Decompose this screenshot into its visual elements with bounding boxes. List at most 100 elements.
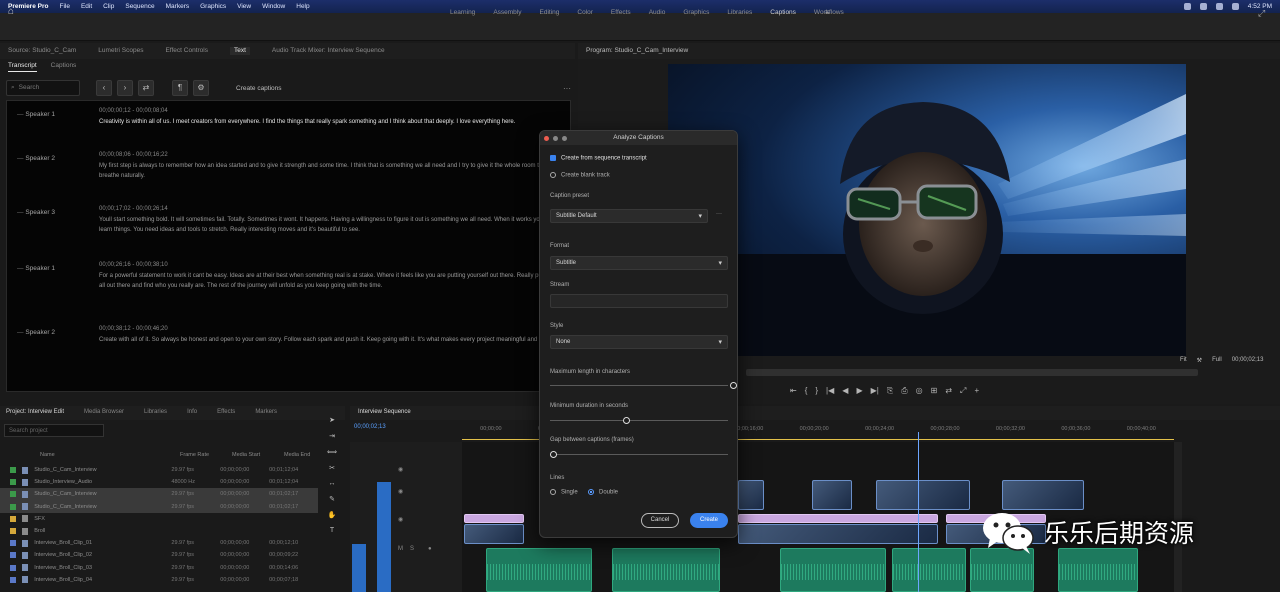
project-bin-row[interactable]: Interview_Broll_Clip_01 29.97 fps 00;00;00…: [0, 537, 318, 549]
cancel-button[interactable]: Cancel: [641, 513, 679, 528]
transcript-entry[interactable]: Speaker 3 00;00;17;02 - 00;00;26;14 Youl…: [7, 206, 567, 239]
project-bin-row[interactable]: Interview_Broll_Clip_02 29.97 fps 00;00;00…: [0, 549, 318, 561]
transcribe-icon[interactable]: ¶: [172, 80, 188, 96]
transcript-entry[interactable]: Speaker 1 00;00;00;12 - 00;00;08;04 Crea…: [7, 108, 567, 131]
video-clip[interactable]: [812, 480, 852, 510]
play-icon[interactable]: ▶: [856, 386, 862, 396]
radio-icon[interactable]: [550, 172, 556, 178]
wifi-icon[interactable]: [1199, 3, 1207, 10]
safe-margins-icon[interactable]: ⊞: [931, 386, 938, 396]
program-scrubber[interactable]: [746, 369, 1198, 376]
column-header[interactable]: Media Start: [232, 452, 284, 464]
timeline-timecode[interactable]: 00;00;02;13: [354, 424, 386, 436]
tab-media-browser[interactable]: Media Browser: [84, 409, 124, 417]
audio-clip[interactable]: [612, 548, 720, 592]
transcript-text[interactable]: For a powerful statement to work it cant…: [99, 271, 555, 291]
razor-tool-icon[interactable]: ✂: [329, 464, 335, 472]
track-target-a1[interactable]: [352, 544, 366, 592]
column-header[interactable]: Name: [0, 452, 180, 464]
menu-edit[interactable]: Edit: [81, 3, 92, 10]
transcript-text[interactable]: My first step is always to remember how …: [99, 161, 555, 181]
create-button[interactable]: Create: [690, 513, 728, 528]
slider-knob[interactable]: [623, 417, 630, 424]
workspace-tab[interactable]: Assembly: [493, 9, 521, 16]
style-select[interactable]: None ▾: [550, 335, 728, 349]
replace-icon[interactable]: ⇄: [138, 80, 154, 96]
max-length-slider[interactable]: [550, 382, 737, 389]
video-clip[interactable]: [876, 480, 970, 510]
project-bin-row[interactable]: SFX: [0, 513, 318, 525]
camera-icon[interactable]: ◎: [916, 386, 923, 396]
mute-icon[interactable]: M: [398, 546, 406, 554]
menu-help[interactable]: Help: [296, 3, 309, 10]
tab-effect-controls[interactable]: Effect Controls: [165, 47, 208, 55]
label-color-swatch[interactable]: [10, 528, 16, 535]
tab-info[interactable]: Info: [187, 409, 197, 417]
workspace-tab[interactable]: Learning: [450, 9, 475, 16]
transcript-text[interactable]: Youll start something bold. It will some…: [99, 215, 555, 235]
mark-in-icon[interactable]: {: [805, 386, 808, 396]
project-bin-row[interactable]: Studio_C_Cam_Interview 29.97 fps 00;00;00;…: [0, 464, 318, 476]
label-color-swatch[interactable]: [10, 552, 16, 559]
search-icon[interactable]: [1215, 3, 1223, 10]
tab-text[interactable]: Text: [229, 47, 250, 55]
workspace-menu-icon[interactable]: ≡: [825, 8, 830, 17]
mark-out-icon[interactable]: }: [815, 386, 818, 396]
label-color-swatch[interactable]: [10, 540, 16, 547]
transcript-entry[interactable]: Speaker 2 00;00;38;12 - 00;00;46;20 Crea…: [7, 326, 567, 359]
type-tool-icon[interactable]: T: [330, 527, 334, 534]
more-options-icon[interactable]: ···: [563, 84, 571, 93]
radio-icon[interactable]: [550, 489, 556, 495]
label-color-swatch[interactable]: [10, 564, 16, 571]
menu-window[interactable]: Window: [262, 3, 285, 10]
step-back-icon[interactable]: ◀: [842, 386, 848, 396]
menu-view[interactable]: View: [237, 3, 251, 10]
transcript-entry[interactable]: Speaker 2 00;00;08;06 - 00;00;16;22 My f…: [7, 152, 567, 185]
selection-tool-icon[interactable]: ➤: [329, 416, 335, 424]
solo-icon[interactable]: S: [410, 546, 418, 554]
tab-source[interactable]: Source: Studio_C_Cam: [8, 47, 76, 55]
transcript-entry[interactable]: Speaker 1 00;00;26;16 - 00;00;38;10 For …: [7, 262, 567, 295]
create-captions-button[interactable]: Create captions: [236, 85, 282, 92]
option-blank-track[interactable]: Create blank track: [550, 172, 610, 179]
caption-clip[interactable]: [464, 514, 524, 523]
pen-tool-icon[interactable]: ✎: [329, 495, 335, 503]
workspace-tab[interactable]: Libraries: [727, 9, 752, 16]
stream-select[interactable]: [550, 294, 728, 308]
checkbox-checked-icon[interactable]: [550, 155, 556, 161]
radio-selected-icon[interactable]: [588, 489, 594, 495]
toggle-output-icon[interactable]: ◉: [398, 516, 406, 524]
min-duration-slider[interactable]: [550, 417, 728, 424]
tab-transcript[interactable]: Transcript: [8, 62, 37, 72]
hand-tool-icon[interactable]: ✋: [328, 511, 337, 519]
tab-markers[interactable]: Markers: [255, 409, 277, 417]
next-result-icon[interactable]: ›: [117, 80, 133, 96]
quality-select[interactable]: Full: [1212, 357, 1222, 364]
menu-sequence[interactable]: Sequence: [125, 3, 154, 10]
video-clip[interactable]: [1002, 480, 1084, 510]
toggle-output-icon[interactable]: ◉: [398, 488, 406, 496]
lift-icon[interactable]: ⎘: [887, 386, 893, 396]
track-select-icon[interactable]: ⇥: [329, 432, 335, 440]
project-bin-row[interactable]: Interview_Broll_Clip_03 29.97 fps 00;00;00…: [0, 562, 318, 574]
tab-captions[interactable]: Captions: [51, 62, 77, 72]
tab-project[interactable]: Project: Interview Edit: [6, 409, 64, 417]
tab-libraries[interactable]: Libraries: [144, 409, 167, 417]
settings-icon[interactable]: ⚙: [193, 80, 209, 96]
transcript-text[interactable]: Create with all of it. So always be hone…: [99, 335, 555, 345]
project-bin-row[interactable]: Studio_Interview_Audio 48000 Hz 00;00;00;0…: [0, 476, 318, 488]
tab-effects[interactable]: Effects: [217, 409, 235, 417]
zoom-select[interactable]: Fit: [1180, 357, 1187, 364]
video-frame[interactable]: [668, 64, 1186, 356]
tab-lumetri-scopes[interactable]: Lumetri Scopes: [98, 47, 143, 55]
compare-icon[interactable]: ⇄: [945, 386, 952, 396]
caption-clip[interactable]: [738, 514, 938, 523]
workspace-tab-captions[interactable]: Captions: [770, 9, 796, 16]
gap-slider[interactable]: [550, 451, 728, 458]
expand-icon[interactable]: ⤢: [960, 386, 966, 396]
home-icon[interactable]: ⌂: [8, 7, 18, 17]
workspace-tab[interactable]: Effects: [611, 9, 631, 16]
preset-more-icon[interactable]: ···: [716, 211, 722, 217]
fullscreen-icon[interactable]: ⤢: [1258, 8, 1265, 19]
audio-clip[interactable]: [486, 548, 592, 592]
